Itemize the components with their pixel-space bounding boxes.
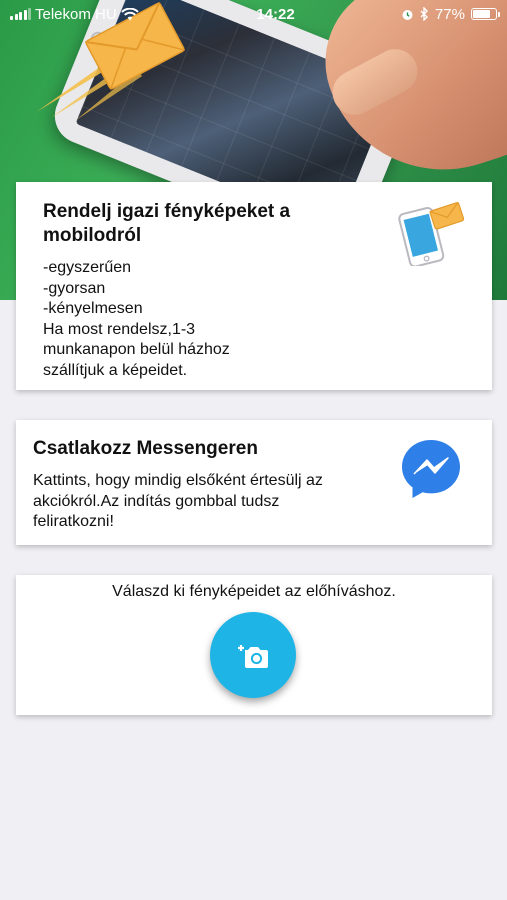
messenger-card-body: Kattints, hogy mindig elsőként értesülj … [33, 471, 393, 533]
phone-mail-icon [398, 201, 465, 266]
messenger-icon[interactable] [400, 438, 462, 500]
order-card-line: Ha most rendelsz,1-3 [43, 320, 196, 338]
order-info-card: Rendelj igazi fényképeket a mobilodról -… [16, 182, 492, 390]
battery-percent: 77% [434, 5, 465, 23]
add-photo-camera-icon [238, 645, 268, 668]
order-card-line: -kényelmesen [43, 300, 143, 317]
order-card-line: szállítjuk a képeidet. [43, 361, 188, 379]
signal-icon [10, 8, 31, 20]
battery-icon [471, 8, 500, 20]
carrier-name: Telekom HU [35, 5, 117, 23]
messenger-card-line: akciókról.Az indítás gombbal tudsz [33, 492, 280, 510]
add-photo-button[interactable] [210, 612, 296, 698]
messenger-card-line: feliratkozni! [33, 513, 114, 530]
order-card-title: Rendelj igazi fényképeket a mobilodról [43, 201, 291, 246]
order-card-line: munkanapon belül házhoz [43, 341, 230, 358]
upload-instruction: Válaszd ki fényképeidet az előhíváshoz. [112, 583, 396, 600]
messenger-card[interactable]: Csatlakozz Messengeren Kattints, hogy mi… [16, 420, 492, 545]
photo-upload-card: Válaszd ki fényképeidet az előhíváshoz. [16, 575, 492, 715]
messenger-card-line: Kattints, hogy mindig elsőként értesülj … [33, 472, 323, 489]
bluetooth-icon [420, 7, 428, 21]
alarm-icon [402, 9, 413, 20]
status-bar: Telekom HU 14:22 77% [0, 0, 507, 28]
order-card-line: -gyorsan [43, 279, 106, 297]
wifi-icon [120, 7, 139, 20]
order-card-body: -egyszerűen -gyorsan -kényelmesen Ha mos… [43, 258, 472, 381]
status-time: 14:22 [256, 5, 295, 23]
